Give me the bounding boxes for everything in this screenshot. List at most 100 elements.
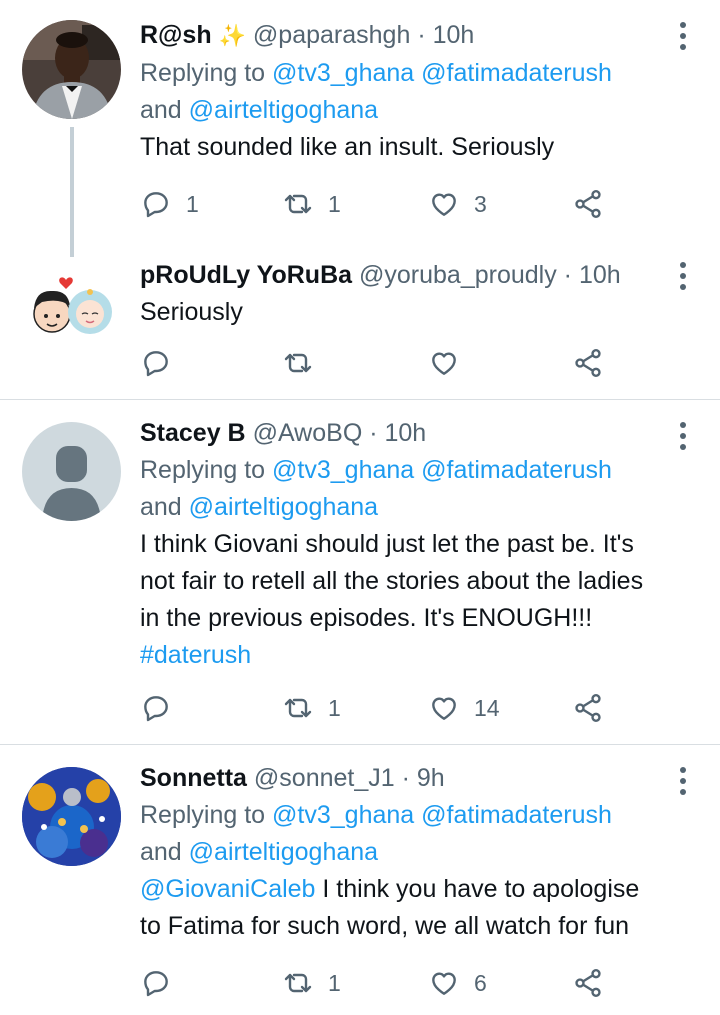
handle[interactable]: @paparashgh — [253, 21, 410, 49]
retweet-icon — [284, 698, 312, 718]
thread-line — [70, 127, 74, 257]
like-count: 14 — [474, 694, 500, 721]
replying-to-label: Replying to — [140, 59, 266, 87]
display-name[interactable]: Sonnetta — [140, 764, 247, 792]
more-icon[interactable] — [678, 22, 688, 55]
like-button[interactable]: 14 — [428, 688, 500, 728]
handle[interactable]: @AwoBQ — [253, 419, 363, 447]
reply-button[interactable] — [140, 688, 186, 728]
tweet-text-line: in the previous episodes. It's ENOUGH!!! — [140, 604, 593, 632]
share-button[interactable] — [572, 343, 604, 383]
tweet-actions — [140, 343, 620, 383]
like-icon — [432, 697, 456, 720]
retweet-icon — [284, 973, 312, 993]
handle[interactable]: @sonnet_J1 — [254, 764, 395, 792]
separator-dot: · — [417, 21, 426, 49]
tweet-header: R@sh ✨ @paparashgh · 10h — [140, 18, 685, 53]
reply-icon — [144, 971, 168, 997]
separator-dot: · — [369, 419, 378, 447]
reply-button[interactable] — [140, 343, 186, 383]
share-icon — [575, 969, 601, 997]
mention-link[interactable]: @tv3_ghana — [272, 801, 414, 829]
reply-icon — [144, 351, 168, 377]
like-icon — [432, 352, 456, 375]
replying-to: Replying to @tv3_ghana @fatimadaterush — [140, 55, 685, 92]
tweet-text-line: to Fatima for such word, we all watch fo… — [140, 912, 630, 940]
retweet-button[interactable] — [282, 343, 328, 383]
and-label: and — [140, 96, 182, 124]
share-button[interactable] — [572, 963, 604, 1003]
mention-link[interactable]: @tv3_ghana — [272, 456, 414, 484]
timestamp[interactable]: 10h — [385, 419, 427, 447]
and-label: and — [140, 493, 182, 521]
replying-to-cont: and @airteltigoghana — [140, 489, 685, 526]
tweet-sonnetta[interactable]: Sonnetta @sonnet_J1 · 9h Replying to @tv… — [0, 745, 720, 1015]
timestamp[interactable]: 9h — [417, 764, 445, 792]
replying-to-label: Replying to — [140, 801, 266, 829]
reply-button[interactable] — [140, 963, 186, 1003]
mention-link[interactable]: @airteltigoghana — [189, 838, 378, 866]
reply-button[interactable]: 1 — [140, 184, 199, 224]
retweet-button[interactable]: 1 — [282, 184, 341, 224]
replying-to-cont: and @airteltigoghana — [140, 834, 685, 871]
mention-link[interactable]: @tv3_ghana — [272, 59, 414, 87]
avatar-proudly-yoruba[interactable] — [22, 258, 121, 357]
share-icon — [575, 349, 601, 377]
avatar-sonnetta[interactable] — [22, 767, 121, 866]
tweet-text-line: @GiovaniCaleb I think you have to apolog… — [140, 871, 685, 908]
mention-link[interactable]: @airteltigoghana — [189, 96, 378, 124]
sparkles-emoji: ✨ — [218, 23, 246, 48]
tweet-text-first: I think you have to apologise — [315, 875, 640, 903]
like-button[interactable]: 6 — [428, 963, 487, 1003]
replying-to: Replying to @tv3_ghana @fatimadaterush — [140, 797, 685, 834]
like-count: 6 — [474, 969, 487, 996]
display-name[interactable]: R@sh — [140, 21, 212, 49]
tweet-actions: 1 1 3 — [140, 184, 620, 224]
mention-link[interactable]: @GiovaniCaleb — [140, 875, 315, 903]
display-name[interactable]: pRoUdLy YoRuBa — [140, 261, 352, 289]
display-name[interactable]: Stacey B — [140, 419, 246, 447]
tweet-text: Seriously — [140, 298, 243, 326]
tweet-text: That sounded like an insult. Seriously — [140, 133, 555, 161]
retweet-button[interactable]: 1 — [282, 963, 341, 1003]
share-button[interactable] — [572, 184, 604, 224]
like-button[interactable] — [428, 343, 474, 383]
mention-link[interactable]: @fatimadaterush — [421, 456, 612, 484]
retweet-icon — [284, 194, 312, 214]
mention-link[interactable]: @fatimadaterush — [421, 801, 612, 829]
tweet-header: Sonnetta @sonnet_J1 · 9h — [140, 761, 685, 795]
share-icon — [575, 190, 601, 218]
timestamp[interactable]: 10h — [579, 261, 621, 289]
hashtag-link[interactable]: #daterush — [140, 637, 685, 674]
more-icon[interactable] — [678, 767, 688, 800]
replying-to: Replying to @tv3_ghana @fatimadaterush — [140, 452, 685, 489]
share-button[interactable] — [572, 688, 604, 728]
tweet-stacey-b[interactable]: Stacey B @AwoBQ · 10h Replying to @tv3_g… — [0, 400, 720, 744]
mention-link[interactable]: @fatimadaterush — [421, 59, 612, 87]
like-icon — [432, 972, 456, 995]
separator-dot: · — [563, 261, 572, 289]
handle[interactable]: @yoruba_proudly — [359, 261, 557, 289]
mention-link[interactable]: @airteltigoghana — [189, 493, 378, 521]
more-icon[interactable] — [678, 262, 688, 295]
reply-icon — [144, 192, 168, 218]
retweet-count: 1 — [328, 694, 341, 721]
separator-dot: · — [401, 764, 410, 792]
reply-icon — [144, 696, 168, 722]
tweet-header: Stacey B @AwoBQ · 10h — [140, 416, 685, 450]
more-icon[interactable] — [678, 422, 688, 455]
tweet-actions: 1 14 — [140, 688, 620, 728]
like-count: 3 — [474, 190, 487, 217]
share-icon — [575, 694, 601, 722]
tweet-proudly-yoruba[interactable]: pRoUdLy YoRuBa @yoruba_proudly · 10h Ser… — [0, 250, 720, 398]
timestamp[interactable]: 10h — [433, 21, 475, 49]
tweet-text-line: not fair to retell all the stories about… — [140, 567, 644, 595]
tweet-rash[interactable]: R@sh ✨ @paparashgh · 10h Replying to @tv… — [0, 0, 720, 257]
retweet-count: 1 — [328, 969, 341, 996]
avatar-rash[interactable] — [22, 20, 121, 119]
retweet-button[interactable]: 1 — [282, 688, 341, 728]
like-icon — [432, 193, 456, 216]
like-button[interactable]: 3 — [428, 184, 487, 224]
avatar-stacey-b[interactable] — [22, 422, 121, 521]
replying-to-label: Replying to — [140, 456, 266, 484]
